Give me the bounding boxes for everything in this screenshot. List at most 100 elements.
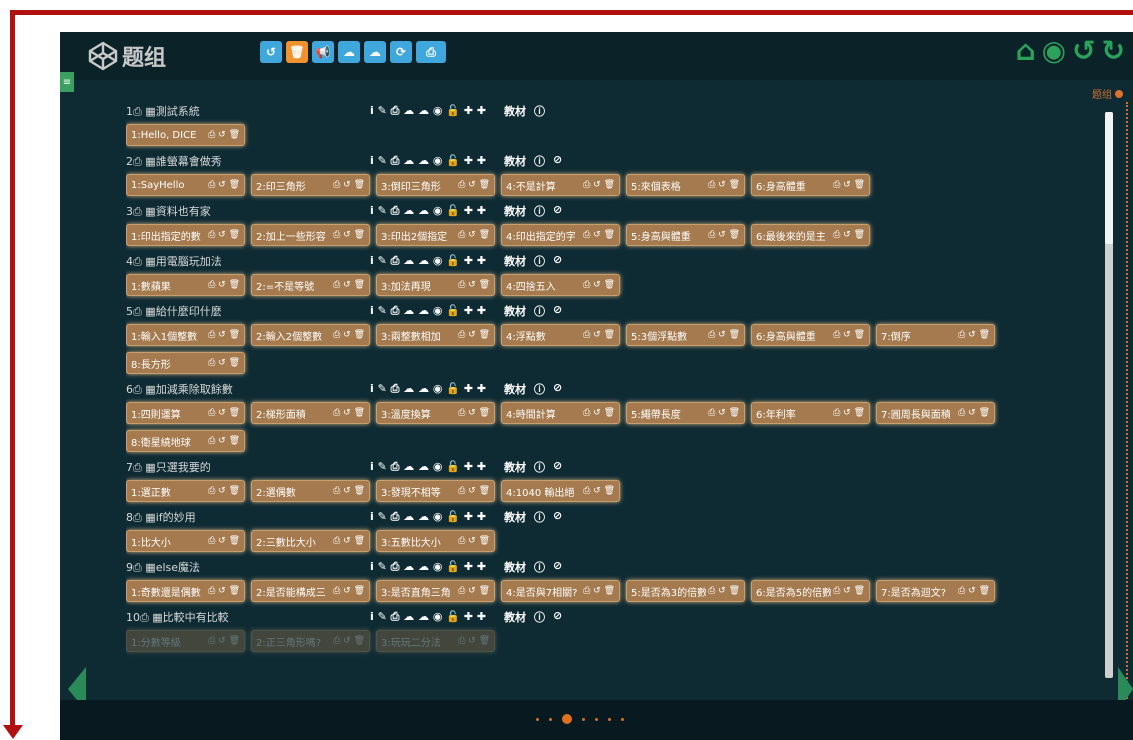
group-title[interactable]: 8⎙ ▦if的妙用 xyxy=(126,509,366,525)
problem-item-actions[interactable]: ⎙ ↺ 🗑 xyxy=(583,280,615,290)
megaphone-button[interactable]: 📢 xyxy=(312,41,334,63)
problem-item-actions[interactable]: ⎙ ↺ 🗑 xyxy=(583,586,615,596)
problem-item[interactable]: 2:三數比大小 ⎙ ↺ 🗑 xyxy=(251,530,370,552)
scrollbar-thumb[interactable] xyxy=(1105,112,1113,244)
textbook-link[interactable]: 教材 xyxy=(504,253,526,269)
problem-item-actions[interactable]: ⎙ ↺ 🗑 xyxy=(833,180,865,190)
ban-icon[interactable]: ⊘ xyxy=(553,609,562,625)
problem-item[interactable]: 2:是否能構成三 ⎙ ↺ 🗑 xyxy=(251,580,370,602)
pagination-dot[interactable] xyxy=(549,717,552,721)
problem-item-actions[interactable]: ⎙ ↺ 🗑 xyxy=(333,180,365,190)
info-icon[interactable]: ⓘ xyxy=(534,303,545,319)
undo-button[interactable]: ↺ xyxy=(260,41,282,63)
info-icon[interactable]: ⓘ xyxy=(534,103,545,119)
problem-item[interactable]: 1:印出指定的數 ⎙ ↺ 🗑 xyxy=(126,224,245,246)
info-icon[interactable]: ⓘ xyxy=(534,253,545,269)
problem-item-actions[interactable]: ⎙ ↺ 🗑 xyxy=(208,486,240,496)
info-icon[interactable]: ⓘ xyxy=(534,459,545,475)
problem-item-actions[interactable]: ⎙ ↺ 🗑 xyxy=(333,536,365,546)
problem-item-actions[interactable]: ⎙ ↺ 🗑 xyxy=(458,408,490,418)
info-icon[interactable]: ⓘ xyxy=(534,153,545,169)
ban-icon[interactable]: ⊘ xyxy=(553,153,562,169)
problem-item[interactable]: 6:最後來的是主 ⎙ ↺ 🗑 xyxy=(751,224,870,246)
problem-item[interactable]: 5:繩帶長度 ⎙ ↺ 🗑 xyxy=(626,402,745,424)
problem-item[interactable]: 6:是否為5的倍數 ⎙ ↺ 🗑 xyxy=(751,580,870,602)
problem-item[interactable]: 8:衛星繞地球 ⎙ ↺ 🗑 xyxy=(126,430,245,452)
problem-item[interactable]: 1:比大小 ⎙ ↺ 🗑 xyxy=(126,530,245,552)
info-icon[interactable]: ⓘ xyxy=(534,381,545,397)
group-title[interactable]: 6⎙ ▦加減乘除取餘數 xyxy=(126,381,366,397)
group-title[interactable]: 1⎙ ▦測試系統 xyxy=(126,103,366,119)
textbook-link[interactable]: 教材 xyxy=(504,103,526,119)
group-title[interactable]: 3⎙ ▦資料也有家 xyxy=(126,203,366,219)
problem-item[interactable]: 2:正三角形嗎? ⎙ ↺ 🗑 xyxy=(251,630,370,652)
group-title[interactable]: 7⎙ ▦只選我要的 xyxy=(126,459,366,475)
problem-item[interactable]: 3:玩玩二分法 ⎙ ↺ 🗑 xyxy=(376,630,495,652)
problem-item[interactable]: 1:輸入1個整數 ⎙ ↺ 🗑 xyxy=(126,324,245,346)
problem-item[interactable]: 4:是否與7相關? ⎙ ↺ 🗑 xyxy=(501,580,620,602)
problem-item[interactable]: 5:3個浮點數 ⎙ ↺ 🗑 xyxy=(626,324,745,346)
textbook-link[interactable]: 教材 xyxy=(504,153,526,169)
group-tools-icons[interactable]: i ✎ ⎙ ☁ ☁ ◉ 🔓 ✚ ✚ xyxy=(370,382,486,396)
textbook-link[interactable]: 教材 xyxy=(504,509,526,525)
group-title[interactable]: 5⎙ ▦給什麼印什麼 xyxy=(126,303,366,319)
problem-item[interactable]: 3:加法再現 ⎙ ↺ 🗑 xyxy=(376,274,495,296)
problem-item[interactable]: 3:發現不相等 ⎙ ↺ 🗑 xyxy=(376,480,495,502)
problem-item[interactable]: 1:數蘋果 ⎙ ↺ 🗑 xyxy=(126,274,245,296)
problem-item-actions[interactable]: ⎙ ↺ 🗑 xyxy=(458,230,490,240)
problem-item-actions[interactable]: ⎙ ↺ 🗑 xyxy=(458,536,490,546)
info-icon[interactable]: ⓘ xyxy=(534,609,545,625)
problem-item[interactable]: 4:浮點數 ⎙ ↺ 🗑 xyxy=(501,324,620,346)
group-title[interactable]: 10⎙ ▦比較中有比較 xyxy=(126,609,366,625)
group-tools-icons[interactable]: i ✎ ⎙ ☁ ☁ ◉ 🔓 ✚ ✚ xyxy=(370,560,486,574)
problem-item-actions[interactable]: ⎙ ↺ 🗑 xyxy=(208,230,240,240)
group-tools-icons[interactable]: i ✎ ⎙ ☁ ☁ ◉ 🔓 ✚ ✚ xyxy=(370,460,486,474)
problem-item[interactable]: 6:身高體重 ⎙ ↺ 🗑 xyxy=(751,174,870,196)
problem-item-actions[interactable]: ⎙ ↺ 🗑 xyxy=(333,486,365,496)
info-icon[interactable]: ⓘ xyxy=(534,509,545,525)
group-title[interactable]: 2⎙ ▦誰螢幕會做秀 xyxy=(126,153,366,169)
problem-item[interactable]: 7:圓周長與面積 ⎙ ↺ 🗑 xyxy=(876,402,995,424)
group-tools-icons[interactable]: i ✎ ⎙ ☁ ☁ ◉ 🔓 ✚ ✚ xyxy=(370,610,486,624)
pagination-dot[interactable] xyxy=(562,714,572,724)
problem-item-actions[interactable]: ⎙ ↺ 🗑 xyxy=(958,408,990,418)
problem-item[interactable]: 1:奇數還是偶數 ⎙ ↺ 🗑 xyxy=(126,580,245,602)
problem-item[interactable]: 3:五數比大小 ⎙ ↺ 🗑 xyxy=(376,530,495,552)
group-tools-icons[interactable]: i ✎ ⎙ ☁ ☁ ◉ 🔓 ✚ ✚ xyxy=(370,304,486,318)
problem-item-actions[interactable]: ⎙ ↺ 🗑 xyxy=(458,586,490,596)
problem-item-actions[interactable]: ⎙ ↺ 🗑 xyxy=(958,330,990,340)
problem-item-actions[interactable]: ⎙ ↺ 🗑 xyxy=(833,230,865,240)
ban-icon[interactable]: ⊘ xyxy=(553,381,562,397)
print-button[interactable]: ⎙ xyxy=(416,41,446,63)
pagination-dot[interactable] xyxy=(582,717,585,721)
problem-item-actions[interactable]: ⎙ ↺ 🗑 xyxy=(333,230,365,240)
problem-item-actions[interactable]: ⎙ ↺ 🗑 xyxy=(583,408,615,418)
ban-icon[interactable]: ⊘ xyxy=(553,303,562,319)
problem-item-actions[interactable]: ⎙ ↺ 🗑 xyxy=(208,180,240,190)
refresh-button[interactable]: ⟳ xyxy=(390,41,412,63)
problem-item[interactable]: 4:不是計算 ⎙ ↺ 🗑 xyxy=(501,174,620,196)
problem-item-actions[interactable]: ⎙ ↺ 🗑 xyxy=(958,586,990,596)
problem-item[interactable]: 3:印出2個指定 ⎙ ↺ 🗑 xyxy=(376,224,495,246)
info-icon[interactable]: ⓘ xyxy=(534,203,545,219)
home-icon[interactable]: ⌂ xyxy=(1016,36,1036,66)
problem-item-actions[interactable]: ⎙ ↺ 🗑 xyxy=(333,586,365,596)
problem-item-actions[interactable]: ⎙ ↺ 🗑 xyxy=(208,408,240,418)
ban-icon[interactable]: ⊘ xyxy=(553,203,562,219)
redo-icon[interactable]: ↻ xyxy=(1102,36,1125,66)
pagination-dot[interactable] xyxy=(536,717,539,721)
problem-item[interactable]: 4:印出指定的字 ⎙ ↺ 🗑 xyxy=(501,224,620,246)
trash-button[interactable]: 🗑 xyxy=(286,41,308,63)
problem-item-actions[interactable]: ⎙ ↺ 🗑 xyxy=(208,330,240,340)
group-tools-icons[interactable]: i ✎ ⎙ ☁ ☁ ◉ 🔓 ✚ ✚ xyxy=(370,204,486,218)
problem-item[interactable]: 3:兩整數相加 ⎙ ↺ 🗑 xyxy=(376,324,495,346)
problem-item[interactable]: 3:溫度換算 ⎙ ↺ 🗑 xyxy=(376,402,495,424)
pagination-dot[interactable] xyxy=(608,717,611,721)
problem-item[interactable]: 4:四捨五入 ⎙ ↺ 🗑 xyxy=(501,274,620,296)
undo-icon[interactable]: ↺ xyxy=(1072,36,1095,66)
cloud-download-button[interactable]: ☁ xyxy=(364,41,386,63)
problem-item-actions[interactable]: ⎙ ↺ 🗑 xyxy=(708,230,740,240)
problem-item[interactable]: 4:時間計算 ⎙ ↺ 🗑 xyxy=(501,402,620,424)
problem-item[interactable]: 5:來個表格 ⎙ ↺ 🗑 xyxy=(626,174,745,196)
problem-item-actions[interactable]: ⎙ ↺ 🗑 xyxy=(208,130,240,140)
